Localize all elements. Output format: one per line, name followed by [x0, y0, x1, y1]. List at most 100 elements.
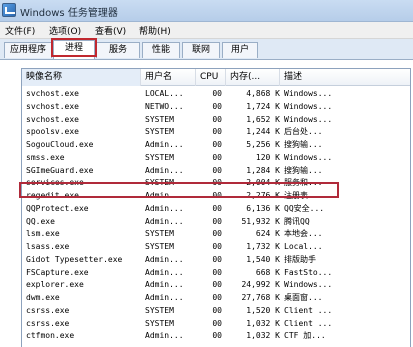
process-user: Admin... — [145, 203, 184, 213]
process-name: Gidot Typesetter.exe — [26, 254, 123, 264]
process-row[interactable]: dwm.exe Admin... 00 27,768 K 桌面窗... — [22, 292, 410, 304]
process-name: QQ.exe — [26, 216, 55, 226]
process-description: Windows... — [284, 152, 332, 162]
process-description: 搜狗输... — [284, 140, 323, 149]
process-user: SYSTEM — [145, 318, 174, 328]
process-cpu: 00 — [212, 305, 222, 315]
process-memory: 2,004 K — [246, 178, 280, 188]
process-name: lsass.exe — [26, 242, 70, 251]
process-row[interactable]: lsm.exe SYSTEM 00 624 K 本地会... — [22, 228, 410, 240]
process-row[interactable]: FSCapture.exe Admin... 00 668 K FastSto... — [22, 267, 410, 279]
process-cpu: 00 — [212, 267, 222, 277]
process-description: Local... — [284, 242, 323, 251]
process-description: 搜狗输... — [284, 165, 323, 175]
process-memory: 1,244 K — [246, 127, 280, 137]
process-cpu: 00 — [212, 254, 222, 264]
process-description: Windows... — [284, 114, 332, 124]
process-memory: 624 K — [255, 229, 280, 239]
process-description: 注册表... — [284, 191, 323, 200]
process-cpu: 00 — [212, 191, 222, 200]
process-row[interactable]: lsass.exe SYSTEM 00 1,732 K Local... — [22, 241, 410, 253]
process-user: SYSTEM — [145, 152, 174, 162]
process-description: Windows... — [284, 89, 332, 98]
process-row[interactable]: svchost.exe NETWO... 00 1,724 K Windows... — [22, 101, 410, 113]
title-bar: Windows 任务管理器 — [0, 0, 413, 22]
process-user: Admin... — [145, 293, 184, 302]
process-user: SYSTEM — [145, 114, 174, 124]
process-name: svchost.exe — [26, 101, 79, 111]
process-memory: 1,032 K — [246, 318, 280, 328]
process-user: Admin... — [145, 191, 184, 200]
process-description: Client ... — [284, 305, 332, 315]
process-row[interactable]: explorer.exe Admin... 00 24,992 K Windows... — [22, 279, 410, 291]
process-user: SYSTEM — [145, 178, 174, 188]
column-description[interactable]: 描述 — [280, 69, 410, 86]
process-name: dwm.exe — [26, 293, 60, 302]
process-user: SYSTEM — [145, 305, 174, 315]
process-row[interactable]: svchost.exe SYSTEM 00 1,652 K Windows... — [22, 114, 410, 126]
process-memory: 24,992 K — [241, 280, 280, 290]
process-user: Admin... — [145, 331, 184, 341]
process-user: Admin... — [145, 140, 184, 149]
process-cpu: 00 — [212, 89, 222, 98]
process-row[interactable]: QQ.exe Admin... 00 51,932 K 腾讯QQ — [22, 216, 410, 228]
process-row[interactable]: SogouCloud.exe Admin... 00 5,256 K 搜狗输... — [22, 139, 410, 151]
process-memory: 1,732 K — [246, 242, 280, 251]
process-row[interactable]: csrss.exe SYSTEM 00 1,032 K Client ... — [22, 318, 410, 330]
process-row[interactable]: Gidot Typesetter.exe Admin... 00 1,540 K 排版助… — [22, 254, 410, 266]
process-cpu: 00 — [212, 140, 222, 149]
process-memory: 1,724 K — [246, 101, 280, 111]
process-description: 腾讯QQ — [284, 216, 310, 226]
process-user: NETWO... — [145, 101, 184, 111]
process-cpu: 00 — [212, 242, 222, 251]
process-cpu: 00 — [212, 216, 222, 226]
processes-panel: 映像名称 用户名 CPU 内存(... 描述 svchost.exe LOCAL.… — [0, 59, 413, 347]
process-name: csrss.exe — [26, 318, 70, 328]
process-description: QQ安全... — [284, 203, 325, 213]
process-row[interactable]: smss.exe SYSTEM 00 120 K Windows... — [22, 152, 410, 164]
tab-bar: 应用程序 进程 服务 性能 联网 用户 — [0, 39, 413, 59]
process-row[interactable]: csrss.exe SYSTEM 00 1,520 K Client ... — [22, 305, 410, 317]
process-row[interactable]: QQProtect.exe Admin... 00 6,136 K QQ安全... — [22, 203, 410, 215]
process-row[interactable]: services.exe SYSTEM 00 2,004 K 服务和... — [22, 177, 410, 189]
process-name: svchost.exe — [26, 114, 79, 124]
process-user: Admin... — [145, 254, 184, 264]
process-description: 排版助手 — [284, 254, 316, 264]
menu-view[interactable]: 查看(V) — [95, 24, 126, 37]
process-user: Admin... — [145, 165, 184, 175]
process-memory: 2,276 K — [246, 191, 280, 200]
menu-help[interactable]: 帮助(H) — [139, 24, 171, 37]
process-row[interactable]: SGImeGuard.exe Admin... 00 1,284 K 搜狗输... — [22, 165, 410, 177]
process-cpu: 00 — [212, 280, 222, 290]
process-row[interactable]: regedit.exe Admin... 00 2,276 K 注册表... — [22, 190, 410, 202]
process-row[interactable]: ctfmon.exe Admin... 00 1,032 K CTF 加... — [22, 330, 410, 342]
process-user: SYSTEM — [145, 229, 174, 239]
process-cpu: 00 — [212, 178, 222, 188]
column-memory[interactable]: 内存(... — [226, 69, 280, 86]
menu-options[interactable]: 选项(O) — [49, 24, 81, 37]
tab-users[interactable]: 用户 — [222, 42, 258, 58]
process-memory: 6,136 K — [246, 203, 280, 213]
tab-processes[interactable]: 进程 — [53, 40, 95, 59]
process-memory: 1,652 K — [246, 114, 280, 124]
process-row[interactable]: spoolsv.exe SYSTEM 00 1,244 K 后台处... — [22, 126, 410, 138]
process-description: 本地会... — [284, 229, 323, 239]
menu-file[interactable]: 文件(F) — [5, 24, 35, 37]
process-user: Admin... — [145, 216, 184, 226]
tab-services[interactable]: 服务 — [96, 42, 140, 58]
tab-performance[interactable]: 性能 — [142, 42, 180, 58]
column-cpu[interactable]: CPU — [196, 69, 226, 86]
column-image-name[interactable]: 映像名称 — [22, 69, 141, 86]
process-name: ctfmon.exe — [26, 331, 75, 341]
process-list[interactable]: 映像名称 用户名 CPU 内存(... 描述 svchost.exe LOCAL.… — [21, 68, 411, 347]
tab-applications[interactable]: 应用程序 — [4, 42, 52, 58]
process-row[interactable]: svchost.exe LOCAL... 00 4,868 K Windows... — [22, 88, 410, 100]
process-memory: 1,032 K — [246, 331, 280, 341]
tab-networking[interactable]: 联网 — [182, 42, 220, 58]
process-name: SGImeGuard.exe — [26, 165, 94, 175]
column-user-name[interactable]: 用户名 — [141, 69, 196, 86]
process-name: services.exe — [26, 178, 84, 188]
process-cpu: 00 — [212, 101, 222, 111]
process-description: Client ... — [284, 318, 332, 328]
process-cpu: 00 — [212, 293, 222, 302]
